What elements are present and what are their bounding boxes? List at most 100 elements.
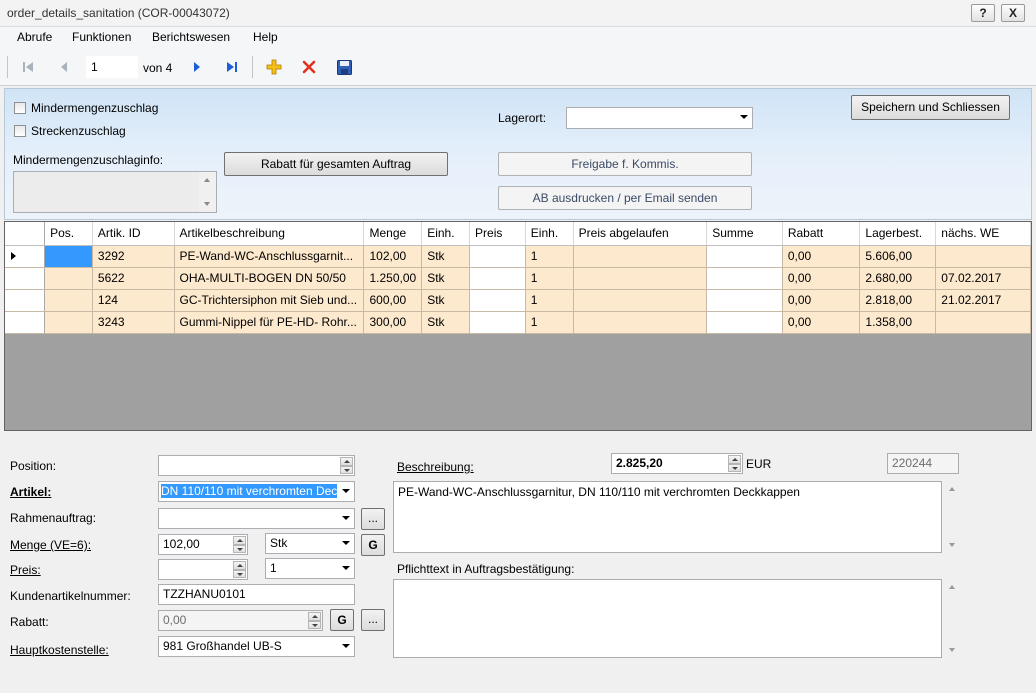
- table-cell[interactable]: 124: [92, 289, 175, 312]
- column-header[interactable]: Preis abgelaufen: [573, 222, 708, 246]
- table-cell[interactable]: 102,00: [363, 245, 423, 268]
- table-cell[interactable]: PE-Wand-WC-Anschlussgarnit...: [174, 245, 365, 268]
- menge-input[interactable]: 102,00: [158, 534, 248, 555]
- scroll-down-icon[interactable]: [949, 648, 955, 652]
- summe-spinner[interactable]: [728, 455, 741, 472]
- close-button[interactable]: X: [1001, 4, 1025, 22]
- beschreibung-label[interactable]: Beschreibung:: [397, 460, 474, 474]
- table-cell[interactable]: 0,00: [782, 289, 861, 312]
- table-cell[interactable]: 0,00: [782, 245, 861, 268]
- table-cell[interactable]: 1: [525, 311, 574, 334]
- column-header[interactable]: Artik. ID: [92, 222, 175, 246]
- menu-abrufe[interactable]: Abrufe: [17, 30, 52, 44]
- last-record-icon[interactable]: [223, 58, 241, 76]
- table-cell[interactable]: 300,00: [363, 311, 423, 334]
- info-scrollbar[interactable]: [199, 172, 216, 212]
- table-cell[interactable]: [706, 289, 783, 312]
- table-cell[interactable]: [573, 245, 708, 268]
- table-cell[interactable]: 3243: [92, 311, 175, 334]
- pflichttext-textarea[interactable]: [393, 579, 942, 658]
- table-cell[interactable]: 600,00: [363, 289, 423, 312]
- kundenartikelnummer-input[interactable]: TZZHANU0101: [158, 584, 355, 605]
- table-row[interactable]: 124 GC-Trichtersiphon mit Sieb und... 60…: [5, 289, 1031, 312]
- freigabe-kommis-button[interactable]: Freigabe f. Kommis.: [498, 152, 752, 176]
- table-cell[interactable]: [469, 267, 526, 290]
- table-cell[interactable]: 1: [525, 267, 574, 290]
- mindermengenzuschlag-checkbox[interactable]: [14, 102, 26, 114]
- table-cell[interactable]: 0,00: [782, 311, 861, 334]
- scroll-up-icon[interactable]: [949, 487, 955, 491]
- table-cell[interactable]: [706, 267, 783, 290]
- menu-berichtswesen[interactable]: Berichtswesen: [152, 30, 230, 44]
- artikel-select[interactable]: DN 110/110 mit verchromten Dec: [158, 481, 355, 502]
- beschreibung-textarea[interactable]: PE-Wand-WC-Anschlussgarnitur, DN 110/110…: [393, 481, 942, 553]
- table-cell[interactable]: [573, 289, 708, 312]
- position-input[interactable]: [158, 455, 355, 476]
- column-header[interactable]: Summe: [706, 222, 783, 246]
- table-cell[interactable]: [44, 267, 93, 290]
- table-cell[interactable]: [469, 311, 526, 334]
- scroll-down-icon[interactable]: [949, 543, 955, 547]
- row-header[interactable]: [5, 289, 46, 312]
- table-cell[interactable]: Stk: [421, 311, 471, 334]
- table-cell[interactable]: 1.250,00: [363, 267, 423, 290]
- table-cell[interactable]: [935, 245, 1031, 268]
- table-cell[interactable]: [706, 245, 783, 268]
- table-cell[interactable]: Stk: [421, 267, 471, 290]
- column-header[interactable]: Lagerbest.: [859, 222, 937, 246]
- record-position-input[interactable]: 1: [86, 56, 138, 78]
- table-cell[interactable]: 07.02.2017: [935, 267, 1031, 290]
- table-cell[interactable]: OHA-MULTI-BOGEN DN 50/50: [174, 267, 365, 290]
- column-header[interactable]: Artikelbeschreibung: [174, 222, 365, 246]
- table-cell[interactable]: [44, 289, 93, 312]
- rabatt-input[interactable]: 0,00: [158, 610, 323, 631]
- preis-label[interactable]: Preis:: [10, 563, 41, 577]
- table-cell[interactable]: [44, 245, 93, 268]
- rabatt-spinner[interactable]: [308, 612, 321, 629]
- table-cell[interactable]: 2.680,00: [859, 267, 937, 290]
- artikel-label[interactable]: Artikel:: [10, 485, 51, 499]
- table-cell[interactable]: 0,00: [782, 267, 861, 290]
- table-cell[interactable]: [573, 267, 708, 290]
- table-cell[interactable]: Stk: [421, 289, 471, 312]
- column-header[interactable]: nächs. WE: [935, 222, 1031, 246]
- hauptkostenstelle-label[interactable]: Hauptkostenstelle:: [10, 643, 109, 657]
- table-cell[interactable]: [469, 289, 526, 312]
- beschreibung-scrollbar[interactable]: [943, 481, 960, 553]
- table-cell[interactable]: Stk: [421, 245, 471, 268]
- column-header[interactable]: Einh.: [421, 222, 471, 246]
- table-row[interactable]: 3243 Gummi-Nippel für PE-HD- Rohr... 300…: [5, 311, 1031, 334]
- save-icon[interactable]: [335, 58, 353, 76]
- pflichttext-scrollbar[interactable]: [943, 579, 960, 658]
- table-cell[interactable]: 1: [525, 245, 574, 268]
- summe-input[interactable]: 2.825,20: [611, 453, 743, 474]
- table-cell[interactable]: [469, 245, 526, 268]
- menge-g-button[interactable]: G: [361, 534, 385, 556]
- table-cell[interactable]: 5622: [92, 267, 175, 290]
- column-header[interactable]: Preis: [469, 222, 526, 246]
- column-header[interactable]: Einh.: [525, 222, 574, 246]
- column-header[interactable]: Pos.: [44, 222, 93, 246]
- mindermengenzuschlaginfo-field[interactable]: [13, 171, 217, 213]
- menge-unit-select[interactable]: Stk: [265, 533, 355, 554]
- table-cell[interactable]: 1: [525, 289, 574, 312]
- table-cell[interactable]: [573, 311, 708, 334]
- rabatt-browse-button[interactable]: ...: [361, 609, 385, 631]
- table-cell[interactable]: GC-Trichtersiphon mit Sieb und...: [174, 289, 365, 312]
- column-header[interactable]: Rabatt: [782, 222, 861, 246]
- position-spinner[interactable]: [340, 457, 353, 474]
- table-row[interactable]: 3292 PE-Wand-WC-Anschlussgarnit... 102,0…: [5, 245, 1031, 268]
- ab-ausdrucken-button[interactable]: AB ausdrucken / per Email senden: [498, 186, 752, 210]
- preis-spinner[interactable]: [233, 561, 246, 578]
- menu-funktionen[interactable]: Funktionen: [72, 30, 131, 44]
- scroll-up-icon[interactable]: [949, 585, 955, 589]
- table-cell[interactable]: [706, 311, 783, 334]
- table-cell[interactable]: [935, 311, 1031, 334]
- rahmenauftrag-browse-button[interactable]: ...: [361, 508, 385, 530]
- preis-input[interactable]: [158, 559, 248, 580]
- column-header[interactable]: Menge: [363, 222, 423, 246]
- rabatt-gesamter-auftrag-button[interactable]: Rabatt für gesamten Auftrag: [224, 152, 448, 176]
- table-cell[interactable]: 2.818,00: [859, 289, 937, 312]
- preis-unit-select[interactable]: 1: [265, 558, 355, 579]
- menge-spinner[interactable]: [233, 536, 246, 553]
